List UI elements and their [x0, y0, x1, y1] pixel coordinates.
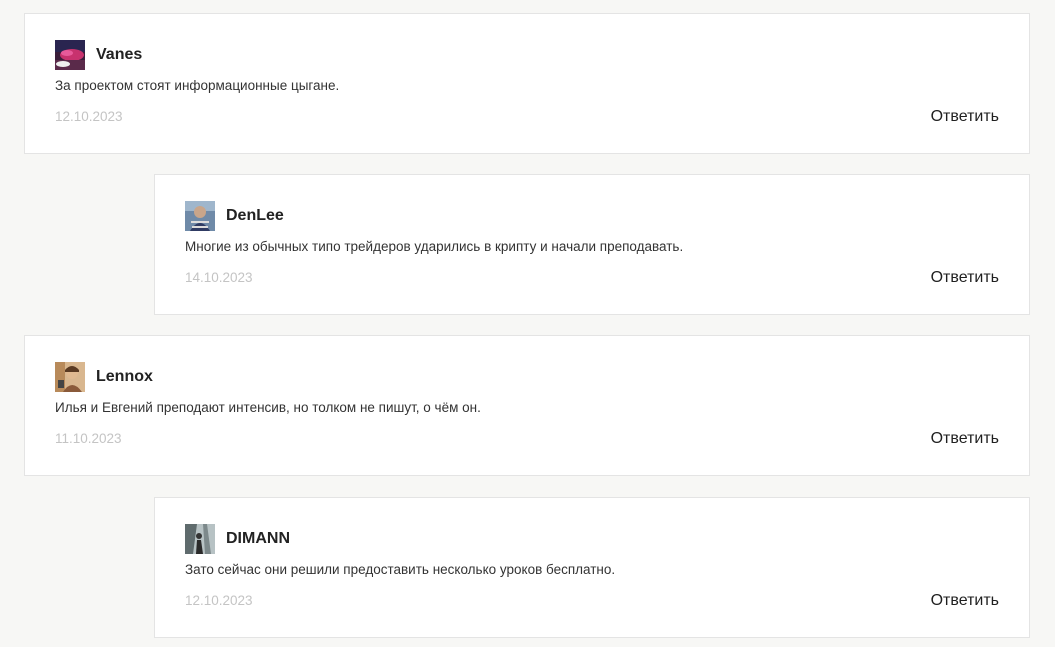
comment-header: Vanes [55, 40, 142, 70]
comment-date: 12.10.2023 [185, 593, 253, 608]
comment-text: За проектом стоят информационные цыгане. [55, 78, 340, 93]
comment-date: 11.10.2023 [55, 431, 122, 446]
comment-header: Lennox [55, 362, 153, 392]
avatar[interactable] [55, 362, 85, 392]
avatar[interactable] [185, 201, 215, 231]
comment-card: DenLee Многие из обычных типо трейдеров … [154, 174, 1030, 315]
comment-card: Vanes За проектом стоят информационные ц… [24, 13, 1030, 154]
comment-author: DenLee [226, 207, 284, 224]
reply-button[interactable]: Ответить [931, 592, 999, 610]
comment-text: Зато сейчас они решили предоставить неск… [185, 562, 616, 577]
comment-author: Vanes [96, 46, 143, 63]
comment-header: DenLee [185, 201, 284, 231]
reply-button[interactable]: Ответить [931, 269, 999, 287]
reply-button[interactable]: Ответить [931, 108, 999, 126]
avatar[interactable] [55, 40, 85, 70]
comment-author: DIMANN [226, 530, 290, 547]
reply-button[interactable]: Ответить [931, 430, 999, 448]
comment-date: 14.10.2023 [185, 270, 253, 285]
comment-author: Lennox [96, 368, 153, 385]
comment-date: 12.10.2023 [55, 109, 123, 124]
comment-header: DIMANN [185, 524, 290, 554]
comment-text: Многие из обычных типо трейдеров ударили… [185, 239, 684, 254]
comment-text: Илья и Евгений преподают интенсив, но то… [55, 400, 481, 415]
avatar[interactable] [185, 524, 215, 554]
comment-card: Lennox Илья и Евгений преподают интенсив… [24, 335, 1030, 476]
comment-card: DIMANN Зато сейчас они решили предостави… [154, 497, 1030, 638]
